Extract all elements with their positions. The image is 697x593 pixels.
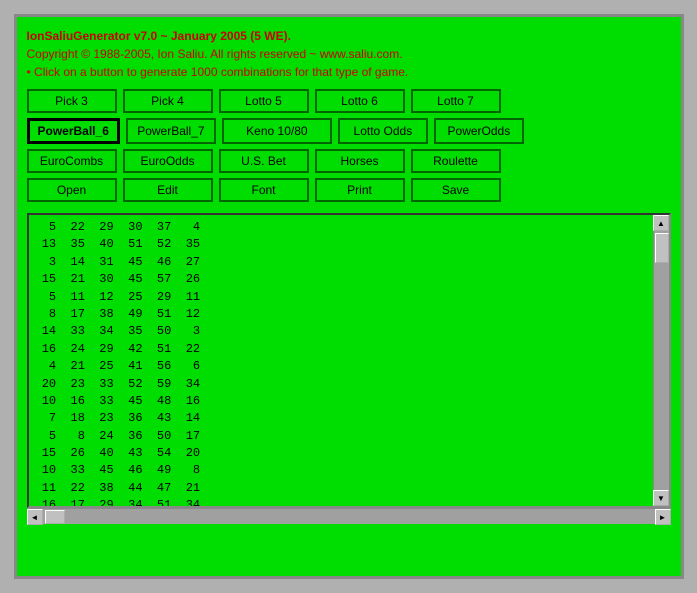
output-text: 5 22 29 30 37 4 13 35 40 51 52 35 3 14 3… bbox=[29, 215, 653, 506]
eurocombs-button[interactable]: EuroCombs bbox=[27, 149, 117, 173]
horizontal-scrollbar[interactable]: ◄ ► bbox=[27, 508, 671, 524]
button-row-3: EuroCombs EuroOdds U.S. Bet Horses Roule… bbox=[27, 149, 671, 173]
button-row-2: PowerBall_6 PowerBall_7 Keno 10/80 Lotto… bbox=[27, 118, 671, 144]
scroll-up-button[interactable]: ▲ bbox=[653, 215, 669, 231]
roulette-button[interactable]: Roulette bbox=[411, 149, 501, 173]
hscroll-thumb[interactable] bbox=[45, 510, 65, 524]
open-button[interactable]: Open bbox=[27, 178, 117, 202]
scroll-left-button[interactable]: ◄ bbox=[27, 509, 43, 525]
header-section: IonSaliuGenerator v7.0 ~ January 2005 (5… bbox=[27, 27, 671, 81]
print-button[interactable]: Print bbox=[315, 178, 405, 202]
copyright-line: Copyright © 1988-2005, Ion Saliu. All ri… bbox=[27, 45, 671, 63]
output-box: 5 22 29 30 37 4 13 35 40 51 52 35 3 14 3… bbox=[27, 213, 671, 508]
edit-button[interactable]: Edit bbox=[123, 178, 213, 202]
euroodds-button[interactable]: EuroOdds bbox=[123, 149, 213, 173]
scroll-thumb[interactable] bbox=[655, 233, 669, 263]
scroll-right-button[interactable]: ► bbox=[655, 509, 671, 525]
button-row-1: Pick 3 Pick 4 Lotto 5 Lotto 6 Lotto 7 bbox=[27, 89, 671, 113]
scroll-down-button[interactable]: ▼ bbox=[653, 490, 669, 506]
lotto-odds-button[interactable]: Lotto Odds bbox=[338, 118, 428, 144]
lotto5-button[interactable]: Lotto 5 bbox=[219, 89, 309, 113]
button-row-4: Open Edit Font Print Save bbox=[27, 178, 671, 202]
instruction-line: • Click on a button to generate 1000 com… bbox=[27, 63, 671, 81]
hscroll-track[interactable] bbox=[43, 509, 655, 524]
horses-button[interactable]: Horses bbox=[315, 149, 405, 173]
powerodds-button[interactable]: PowerOdds bbox=[434, 118, 524, 144]
lotto6-button[interactable]: Lotto 6 bbox=[315, 89, 405, 113]
pick3-button[interactable]: Pick 3 bbox=[27, 89, 117, 113]
vertical-scrollbar[interactable]: ▲ ▼ bbox=[653, 215, 669, 506]
main-window: IonSaliuGenerator v7.0 ~ January 2005 (5… bbox=[14, 14, 684, 579]
lotto7-button[interactable]: Lotto 7 bbox=[411, 89, 501, 113]
pick4-button[interactable]: Pick 4 bbox=[123, 89, 213, 113]
output-area: 5 22 29 30 37 4 13 35 40 51 52 35 3 14 3… bbox=[27, 207, 671, 524]
powerball6-button[interactable]: PowerBall_6 bbox=[27, 118, 120, 144]
save-button[interactable]: Save bbox=[411, 178, 501, 202]
app-title: IonSaliuGenerator v7.0 ~ January 2005 (5… bbox=[27, 27, 671, 45]
powerball7-button[interactable]: PowerBall_7 bbox=[126, 118, 216, 144]
usbet-button[interactable]: U.S. Bet bbox=[219, 149, 309, 173]
font-button[interactable]: Font bbox=[219, 178, 309, 202]
keno-button[interactable]: Keno 10/80 bbox=[222, 118, 332, 144]
scroll-track[interactable] bbox=[654, 231, 669, 490]
